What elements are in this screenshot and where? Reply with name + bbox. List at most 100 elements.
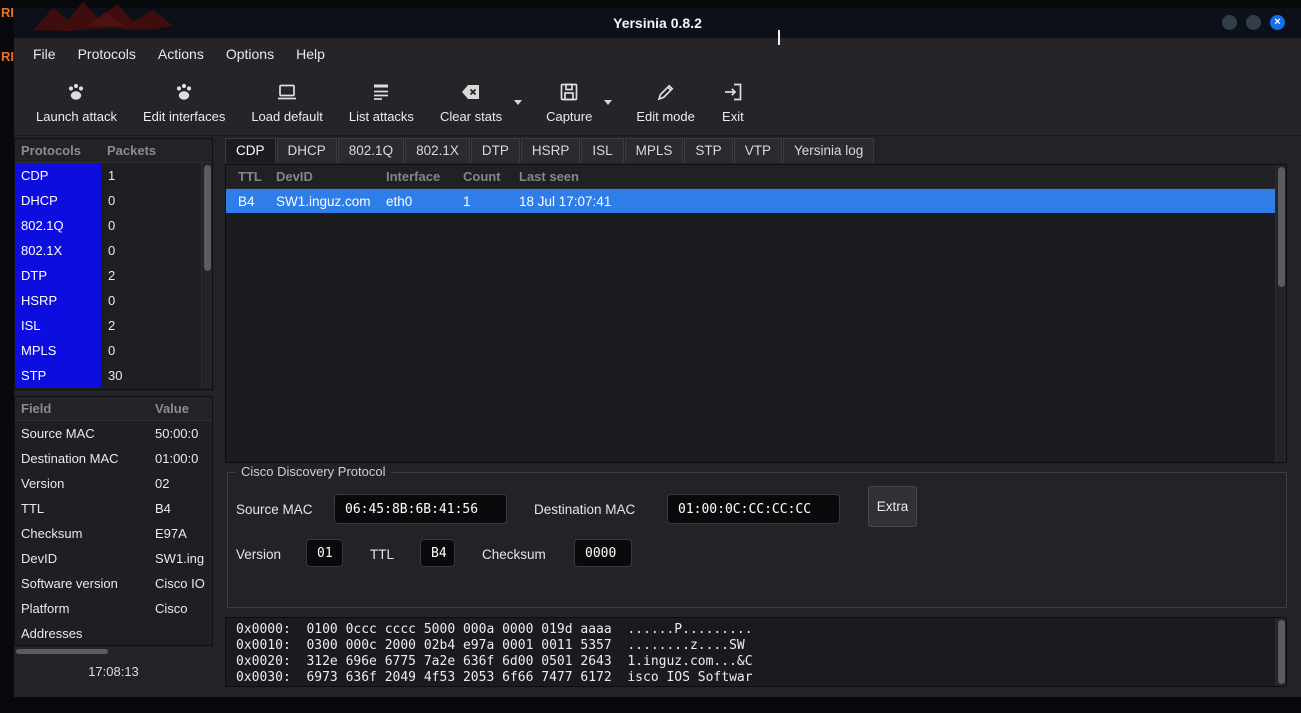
tab-8021x[interactable]: 802.1X — [405, 138, 470, 163]
close-button[interactable]: × — [1270, 15, 1285, 30]
close-icon: × — [1274, 15, 1280, 30]
tab-yersinia-log[interactable]: Yersinia log — [783, 138, 874, 163]
field-row[interactable]: PlatformCisco — [15, 596, 212, 621]
field-value: 01:00:0 — [149, 451, 212, 466]
tab-dhcp[interactable]: DHCP — [277, 138, 337, 163]
col-field[interactable]: Field — [15, 401, 149, 416]
load-default-button[interactable]: Load default — [241, 77, 333, 127]
toolbar-label: Clear stats — [440, 109, 502, 124]
packet-count: 2 — [101, 268, 212, 283]
clear-stats-button[interactable]: Clear stats — [430, 77, 512, 127]
packet-table-scrollbar[interactable] — [1275, 165, 1286, 462]
tab-dtp[interactable]: DTP — [471, 138, 520, 163]
tab-vtp[interactable]: VTP — [734, 138, 782, 163]
protocol-row[interactable]: STP30 — [15, 363, 212, 388]
col-ttl[interactable]: TTL — [226, 169, 264, 184]
field-row[interactable]: ChecksumE97A — [15, 521, 212, 546]
backspace-icon — [459, 80, 483, 104]
field-row[interactable]: Source MAC50:00:0 — [15, 421, 212, 446]
packet-row[interactable]: B4 SW1.inguz.com eth0 1 18 Jul 17:07:41 — [226, 189, 1286, 213]
protocol-row[interactable]: HSRP0 — [15, 288, 212, 313]
col-count[interactable]: Count — [451, 169, 507, 184]
minimize-button[interactable] — [1222, 15, 1237, 30]
packet-table-header: TTL DevID Interface Count Last seen — [226, 165, 1286, 189]
fields-panel: Field Value Source MAC50:00:0 Destinatio… — [14, 396, 213, 646]
list-icon — [369, 80, 393, 104]
edit-interfaces-button[interactable]: Edit interfaces — [133, 77, 235, 127]
list-attacks-button[interactable]: List attacks — [339, 77, 424, 127]
protocol-row[interactable]: DHCP0 — [15, 188, 212, 213]
toolbar: Launch attack Edit interfaces Load defau… — [14, 70, 1301, 136]
toolbar-label: Launch attack — [36, 109, 117, 124]
protocols-panel: Protocols Packets CDP1 DHCP0 802.1Q0 802… — [14, 138, 213, 390]
tab-cdp[interactable]: CDP — [225, 138, 276, 163]
menu-protocols[interactable]: Protocols — [67, 40, 147, 68]
field-row[interactable]: Addresses — [15, 621, 212, 646]
cell-devid: SW1.inguz.com — [264, 194, 374, 209]
field-value: SW1.ing — [149, 551, 212, 566]
protocol-row[interactable]: 802.1Q0 — [15, 213, 212, 238]
clear-stats-dropdown-icon[interactable] — [514, 100, 522, 105]
protocol-row[interactable]: MPLS0 — [15, 338, 212, 363]
hex-line: 0x0030: 6973 636f 2049 4f53 2053 6f66 74… — [236, 670, 1272, 686]
col-value[interactable]: Value — [149, 401, 212, 416]
checksum-field[interactable]: 0000 — [574, 539, 632, 567]
field-row[interactable]: Destination MAC01:00:0 — [15, 446, 212, 471]
cell-last-seen: 18 Jul 17:07:41 — [507, 194, 1286, 209]
field-row[interactable]: TTLB4 — [15, 496, 212, 521]
protocol-name: ISL — [15, 313, 101, 338]
tab-stp[interactable]: STP — [684, 138, 732, 163]
tab-hsrp[interactable]: HSRP — [521, 138, 581, 163]
scrollbar-thumb[interactable] — [204, 165, 211, 271]
menu-file[interactable]: File — [22, 40, 67, 68]
dest-mac-field[interactable]: 01:00:0C:CC:CC:CC — [667, 494, 840, 524]
scrollbar-thumb[interactable] — [16, 649, 108, 654]
field-row[interactable]: Version02 — [15, 471, 212, 496]
extra-button[interactable]: Extra — [868, 486, 917, 527]
col-interface[interactable]: Interface — [374, 169, 451, 184]
field-row[interactable]: DevIDSW1.ing — [15, 546, 212, 571]
capture-dropdown-icon[interactable] — [604, 100, 612, 105]
hexdump-panel[interactable]: 0x0000: 0100 0ccc cccc 5000 000a 0000 01… — [225, 617, 1287, 687]
packet-count: 0 — [101, 218, 212, 233]
menu-options[interactable]: Options — [215, 40, 285, 68]
col-last-seen[interactable]: Last seen — [507, 169, 1286, 184]
protocol-tabs: CDP DHCP 802.1Q 802.1X DTP HSRP ISL MPLS… — [225, 138, 1287, 163]
packet-count: 0 — [101, 243, 212, 258]
field-row[interactable]: Software versionCisco IO — [15, 571, 212, 596]
tab-isl[interactable]: ISL — [581, 138, 623, 163]
maximize-button[interactable] — [1246, 15, 1261, 30]
capture-button[interactable]: Capture — [536, 77, 602, 127]
protocol-row[interactable]: 802.1X0 — [15, 238, 212, 263]
hexdump-scrollbar[interactable] — [1275, 618, 1286, 686]
fields-horizontal-scrollbar[interactable] — [14, 648, 213, 655]
version-field[interactable]: 01 — [306, 539, 343, 567]
ttl-field[interactable]: B4 — [420, 539, 455, 567]
tab-mpls[interactable]: MPLS — [625, 138, 684, 163]
field-name: Platform — [15, 601, 149, 616]
col-packets[interactable]: Packets — [101, 143, 212, 158]
packet-count: 2 — [101, 318, 212, 333]
field-name: Software version — [15, 576, 149, 591]
window-title: Yersinia 0.8.2 — [613, 15, 702, 31]
protocols-scrollbar[interactable] — [201, 163, 212, 389]
tab-8021q[interactable]: 802.1Q — [338, 138, 404, 163]
protocol-row[interactable]: DTP2 — [15, 263, 212, 288]
titlebar[interactable]: Yersinia 0.8.2 × — [14, 8, 1301, 38]
source-mac-field[interactable]: 06:45:8B:6B:41:56 — [334, 494, 507, 524]
cdp-form: Cisco Discovery Protocol Source MAC 06:4… — [227, 472, 1287, 608]
menu-help[interactable]: Help — [285, 40, 336, 68]
col-protocols[interactable]: Protocols — [15, 143, 101, 158]
protocol-row[interactable]: CDP1 — [15, 163, 212, 188]
edit-mode-button[interactable]: Edit mode — [626, 77, 705, 127]
field-name: Addresses — [15, 626, 149, 641]
exit-button[interactable]: Exit — [711, 77, 755, 127]
scrollbar-thumb[interactable] — [1278, 167, 1285, 287]
toolbar-label: Edit interfaces — [143, 109, 225, 124]
col-devid[interactable]: DevID — [264, 169, 374, 184]
protocol-row[interactable]: ISL2 — [15, 313, 212, 338]
scrollbar-thumb[interactable] — [1278, 620, 1285, 684]
toolbar-label: Edit mode — [636, 109, 695, 124]
menu-actions[interactable]: Actions — [147, 40, 215, 68]
launch-attack-button[interactable]: Launch attack — [26, 77, 127, 127]
